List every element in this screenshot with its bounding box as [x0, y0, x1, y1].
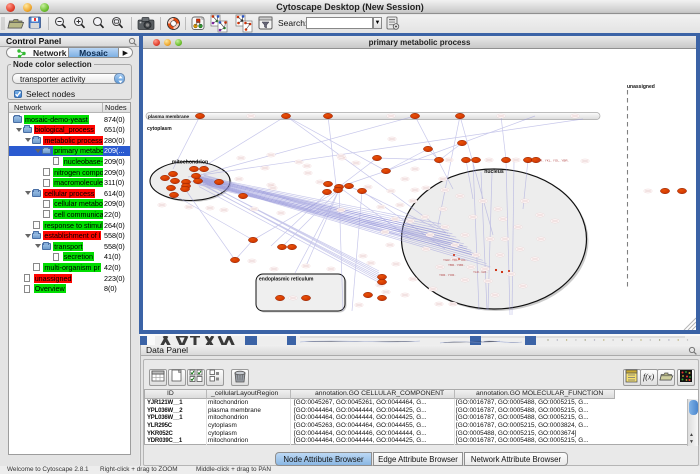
svg-text:YGR.. YDL.. YKL..: YGR.. YDL.. YKL..: [443, 258, 468, 262]
svg-text:nucleus: nucleus: [484, 169, 504, 175]
svg-text:YBR.. YMR..: YBR.. YMR..: [448, 263, 465, 267]
svg-text:cytoplasm: cytoplasm: [147, 126, 172, 132]
svg-text:plasma membrane: plasma membrane: [148, 114, 190, 119]
svg-text:f(x): f(x): [643, 373, 654, 382]
svg-text:endoplasmic reticulum: endoplasmic reticulum: [259, 277, 314, 283]
svg-text:unassigned: unassigned: [627, 84, 655, 90]
svg-text:mitochondrion: mitochondrion: [172, 160, 208, 166]
svg-text:YLR.. GO..: YLR.. GO..: [473, 270, 488, 274]
svg-text:YDR.. YKL.. YOL.. YBR..: YDR.. YKL.. YOL.. YBR..: [536, 159, 569, 163]
svg-text:YDR.. YOR..: YDR.. YOR..: [439, 273, 456, 277]
